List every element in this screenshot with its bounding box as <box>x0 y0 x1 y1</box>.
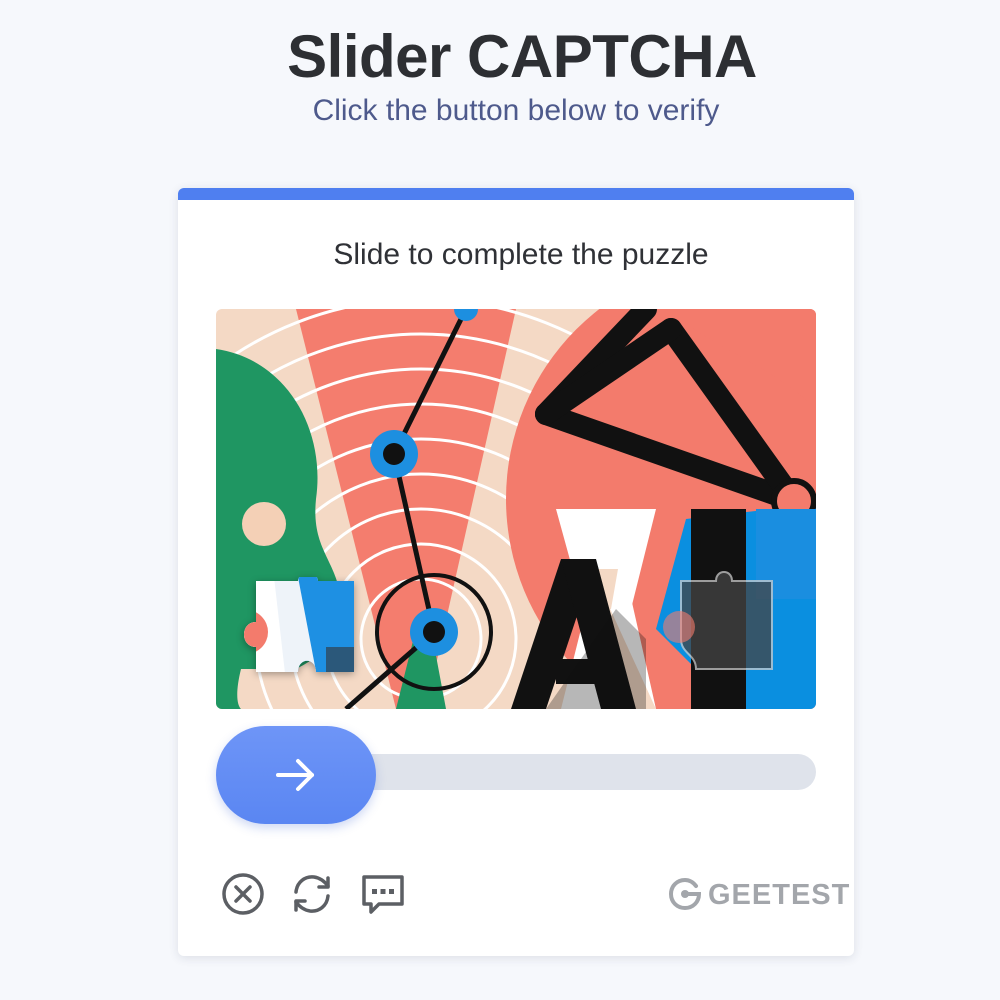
refresh-icon[interactable] <box>288 870 336 918</box>
arrow-right-icon <box>276 759 314 791</box>
close-icon[interactable] <box>219 870 267 918</box>
geetest-logo: GEETEST <box>668 874 849 914</box>
puzzle-piece <box>244 577 354 672</box>
target-slot <box>680 571 773 670</box>
card-accent-bar <box>178 188 854 200</box>
puzzle-image <box>216 309 816 709</box>
captcha-instruction: Slide to complete the puzzle <box>333 238 709 271</box>
slider-handle[interactable] <box>216 726 376 824</box>
geetest-logo-icon <box>668 877 702 911</box>
feedback-icon[interactable] <box>359 870 407 918</box>
page-title: Slider CAPTCHA <box>287 23 757 90</box>
captcha-card: Slide to complete the puzzle GEETEST <box>178 188 854 956</box>
page-subtitle: Click the button below to verify <box>312 94 720 127</box>
brand-name: GEETEST <box>708 879 851 911</box>
captcha-page: Slider CAPTCHA Click the button below to… <box>0 0 1000 1000</box>
